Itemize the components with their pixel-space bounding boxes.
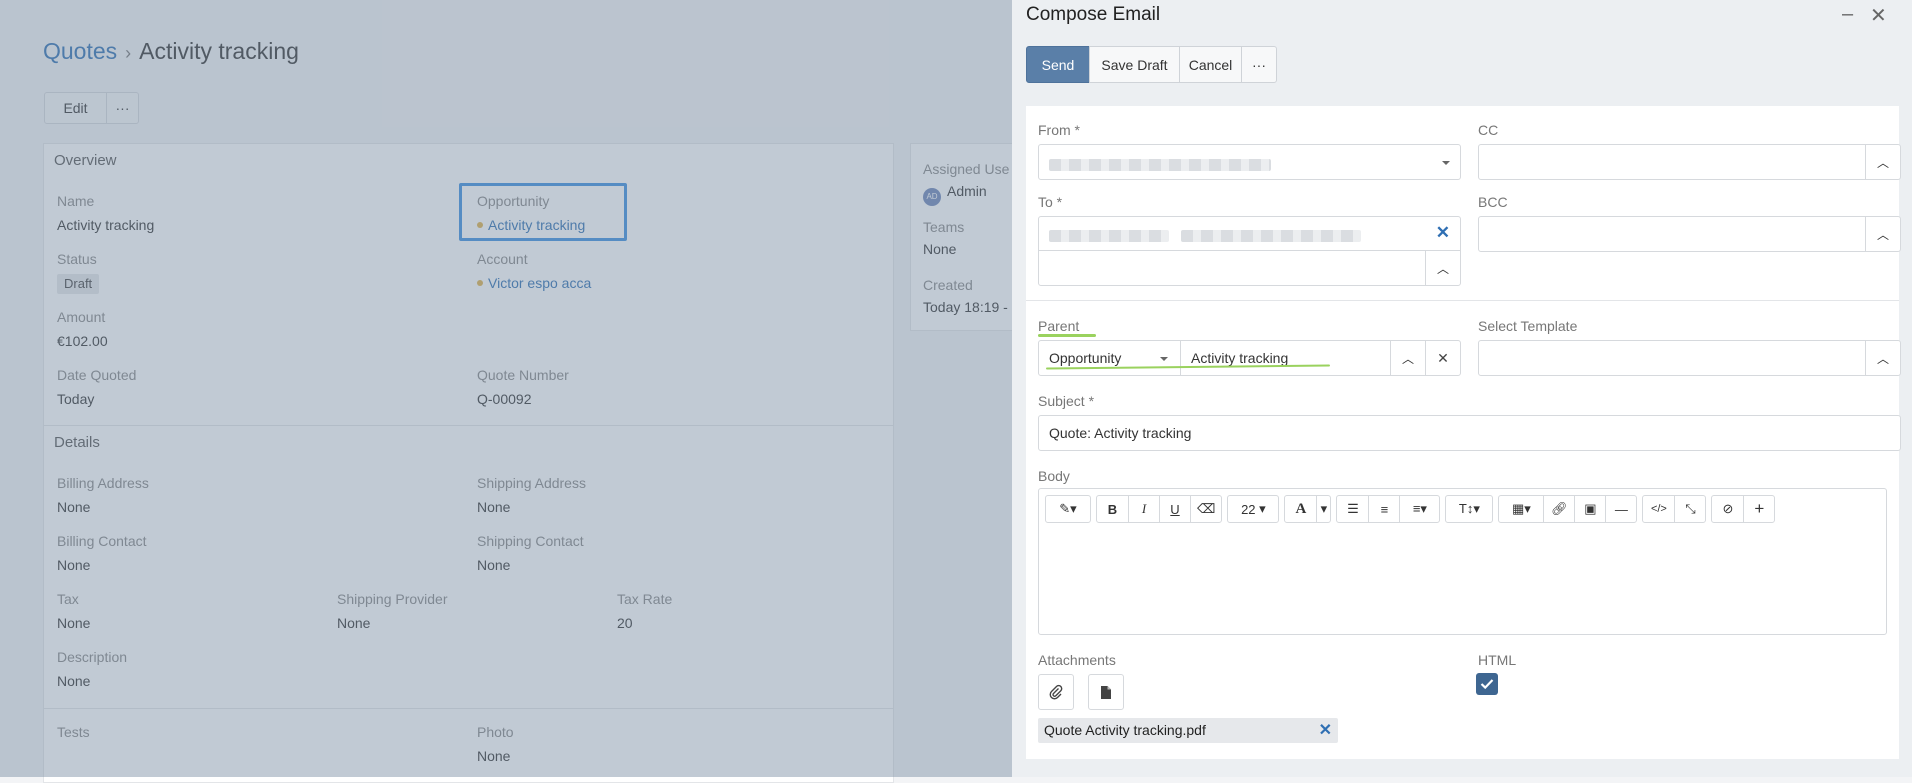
attachment-filename[interactable]: Quote Activity tracking.pdf (1044, 722, 1206, 738)
save-draft-button[interactable]: Save Draft (1089, 46, 1180, 83)
editor-toolbar: ✎▾ B I U ⌫ 22 ▾ A ▾ ☰ ≡ ≡▾ T↕▾ ▦▾ 🔗︎ ▣ —… (1045, 495, 1776, 523)
numbered-list-icon[interactable]: ≡ (1368, 496, 1399, 522)
line-height-icon[interactable]: T↕▾ (1446, 496, 1492, 522)
link-icon[interactable]: 🔗︎ (1543, 496, 1574, 522)
underline-icon[interactable]: U (1159, 496, 1190, 522)
bullet-list-icon[interactable]: ☰ (1337, 496, 1368, 522)
remove-attachment-icon[interactable]: ✕ (1319, 720, 1332, 740)
minimize-icon[interactable]: – (1842, 3, 1853, 26)
modal-title: Compose Email (1026, 4, 1161, 25)
select-template-label: Select Template (1478, 318, 1578, 334)
bcc-label: BCC (1478, 194, 1508, 210)
to-input[interactable]: ︿ (1038, 250, 1461, 286)
close-icon[interactable]: ✕ (1870, 3, 1887, 28)
check-icon (1480, 679, 1494, 690)
clear-icon[interactable]: ✕ (1425, 341, 1460, 375)
italic-icon[interactable]: I (1128, 496, 1159, 522)
annotation-underline (1038, 334, 1096, 337)
redacted-text (1049, 159, 1271, 172)
bcc-input[interactable]: ︿ (1478, 216, 1901, 252)
text-color-icon[interactable]: A (1285, 496, 1316, 522)
compose-email-modal: Compose Email – ✕ Send Save Draft Cancel… (1012, 0, 1912, 777)
document-icon[interactable] (1088, 674, 1124, 710)
parent-type-select[interactable]: Opportunity (1038, 340, 1181, 376)
chevron-up-icon[interactable]: ︿ (1865, 145, 1900, 179)
subject-input[interactable]: Quote: Activity tracking (1038, 415, 1901, 451)
html-label: HTML (1478, 652, 1517, 668)
chevron-up-icon[interactable]: ︿ (1865, 341, 1900, 375)
plus-icon[interactable]: + (1743, 496, 1774, 522)
paperclip-icon[interactable] (1038, 674, 1074, 710)
bold-icon[interactable]: B (1097, 496, 1128, 522)
cc-label: CC (1478, 122, 1499, 138)
section-divider (1026, 300, 1899, 301)
chevron-down-icon (1160, 357, 1168, 361)
subject-value: Quote: Activity tracking (1049, 425, 1192, 441)
from-label: From * (1038, 122, 1080, 138)
redacted-text (1180, 230, 1361, 243)
body-label: Body (1038, 468, 1070, 484)
table-icon[interactable]: ▦▾ (1499, 496, 1543, 522)
subject-label: Subject * (1038, 393, 1095, 409)
remove-recipient-icon[interactable]: ✕ (1436, 223, 1450, 243)
attachment-chip: Quote Activity tracking.pdf ✕ (1038, 718, 1338, 743)
parent-label: Parent (1038, 318, 1080, 334)
send-button[interactable]: Send (1026, 46, 1090, 83)
modal-backdrop[interactable] (0, 0, 1012, 777)
redacted-text (1049, 230, 1169, 243)
chevron-up-icon[interactable]: ︿ (1425, 251, 1460, 285)
html-checkbox[interactable] (1476, 673, 1498, 695)
compose-form: From * CC ︿ To * ✕ ︿ BCC ︿ Parent Opport… (1026, 106, 1901, 759)
fullscreen-icon[interactable]: ⤡ (1674, 496, 1705, 522)
magic-wand-icon[interactable]: ✎▾ (1046, 496, 1090, 522)
parent-record-input[interactable]: Activity tracking ︿ ✕ (1180, 340, 1461, 376)
to-label: To * (1038, 194, 1063, 210)
font-size-select[interactable]: 22 ▾ (1228, 496, 1278, 522)
code-view-icon[interactable]: </> (1643, 496, 1674, 522)
font-size-value: 22 (1241, 501, 1256, 517)
more-options-button[interactable]: ··· (1241, 46, 1277, 83)
to-recipient-chip: ✕ (1038, 216, 1461, 251)
chevron-down-icon (1442, 161, 1450, 165)
attachments-label: Attachments (1038, 652, 1116, 668)
align-icon[interactable]: ≡▾ (1399, 496, 1439, 522)
eraser-icon[interactable]: ⌫ (1190, 496, 1221, 522)
chevron-down-icon[interactable]: ▾ (1316, 496, 1330, 522)
cc-input[interactable]: ︿ (1478, 144, 1901, 180)
select-template-input[interactable]: ︿ (1478, 340, 1901, 376)
from-select[interactable] (1038, 144, 1461, 180)
chevron-up-icon[interactable]: ︿ (1865, 217, 1900, 251)
image-icon[interactable]: ▣ (1574, 496, 1605, 522)
cancel-button[interactable]: Cancel (1179, 46, 1242, 83)
chevron-up-icon[interactable]: ︿ (1390, 341, 1425, 375)
parent-record-value: Activity tracking (1191, 350, 1289, 366)
quote-detail-page: Quotes › Activity tracking Edit ··· Overvi… (0, 0, 1020, 783)
attach-icon[interactable]: ⊘ (1712, 496, 1743, 522)
body-editor[interactable]: ✎▾ B I U ⌫ 22 ▾ A ▾ ☰ ≡ ≡▾ T↕▾ ▦▾ 🔗︎ ▣ —… (1038, 488, 1887, 635)
parent-type-value: Opportunity (1049, 350, 1122, 366)
horizontal-rule-icon[interactable]: — (1605, 496, 1636, 522)
compose-actions: Send Save Draft Cancel ··· (1026, 46, 1277, 83)
